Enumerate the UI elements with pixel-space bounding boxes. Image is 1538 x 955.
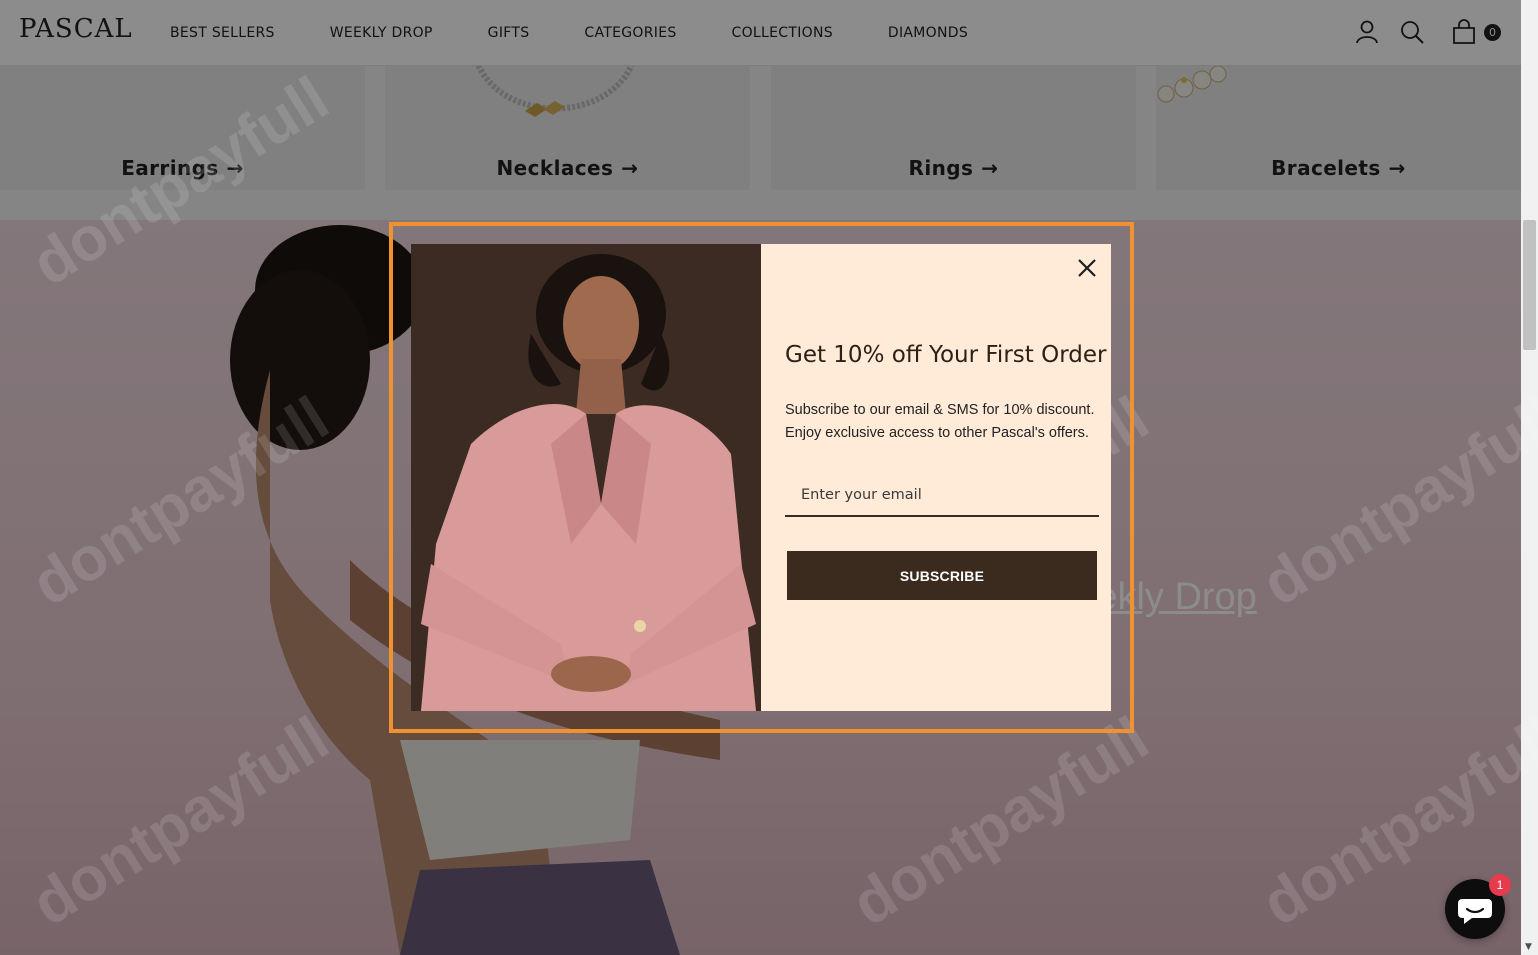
popup-title: Get 10% off Your First Order [785,342,1107,368]
popup-photo [411,244,761,711]
scroll-down-arrow-icon[interactable]: ▼ [1525,942,1532,952]
email-input[interactable] [785,474,1099,517]
popup-content: Get 10% off Your First Order Subscribe t… [761,244,1111,711]
discount-popup: Get 10% off Your First Order Subscribe t… [411,244,1111,711]
popup-description-line: Subscribe to our email & SMS for 10% dis… [785,402,1095,418]
popup-model-image [411,244,761,711]
chat-notification-badge: 1 [1489,874,1511,896]
popup-description-line: Enjoy exclusive access to other Pascal's… [785,425,1089,441]
popup-description: Subscribe to our email & SMS for 10% dis… [785,399,1105,445]
scrollbar-thumb[interactable] [1523,220,1536,350]
close-icon[interactable] [1075,256,1099,280]
subscribe-button[interactable]: SUBSCRIBE [787,551,1097,600]
page-scrollbar[interactable]: ▼ [1521,0,1538,955]
